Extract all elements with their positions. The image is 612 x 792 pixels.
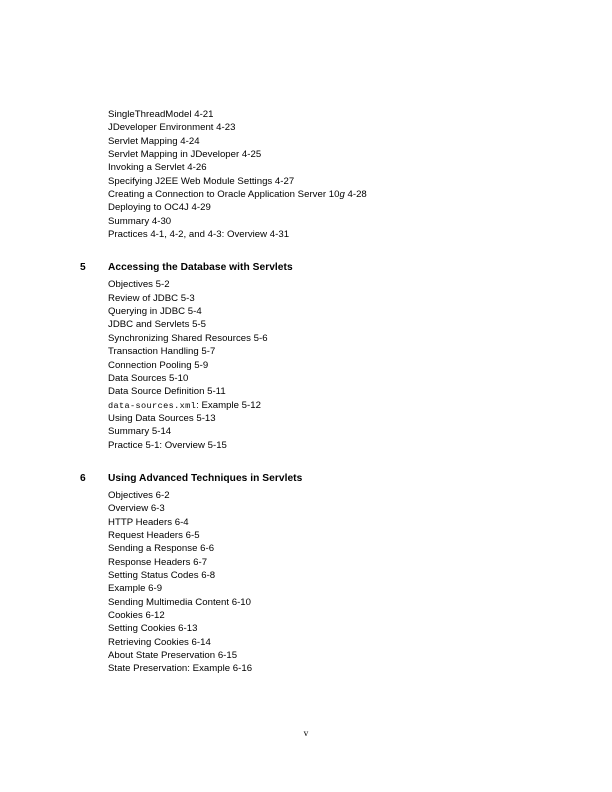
toc-entry[interactable]: Creating a Connection to Oracle Applicat…: [0, 188, 612, 201]
chapter-number: 6: [80, 472, 86, 484]
toc-entry[interactable]: Summary 5-14: [0, 425, 612, 438]
chapter-group-continued: SingleThreadModel 4-21 JDeveloper Environ…: [0, 108, 612, 241]
toc-entry[interactable]: Example 6-9: [0, 582, 612, 595]
toc-entry[interactable]: Data Sources 5-10: [0, 372, 612, 385]
chapter-group: 6 Using Advanced Techniques in Servlets Ob…: [0, 472, 612, 676]
toc-entry[interactable]: Connection Pooling 5-9: [0, 359, 612, 372]
toc-entry[interactable]: Specifying J2EE Web Module Settings 4-27: [0, 175, 612, 188]
toc-entry[interactable]: Response Headers 6-7: [0, 556, 612, 569]
toc-entry[interactable]: Objectives 6-2: [0, 489, 612, 502]
toc-entry[interactable]: Setting Cookies 6-13: [0, 622, 612, 635]
toc-entry[interactable]: Objectives 5-2: [0, 278, 612, 291]
toc-entry-list: SingleThreadModel 4-21 JDeveloper Environ…: [0, 108, 612, 241]
toc-entry[interactable]: Deploying to OC4J 4-29: [0, 201, 612, 214]
toc-entry-text: : Example 5-12: [196, 399, 261, 411]
toc-entry[interactable]: Sending Multimedia Content 6-10: [0, 596, 612, 609]
toc-entry[interactable]: JDeveloper Environment 4-23: [0, 121, 612, 134]
toc-entry-list: Objectives 5-2 Review of JDBC 5-3 Querying…: [0, 278, 612, 451]
toc-entry[interactable]: About State Preservation 6-15: [0, 649, 612, 662]
toc-entry[interactable]: Overview 6-3: [0, 502, 612, 515]
toc-entry[interactable]: Using Data Sources 5-13: [0, 412, 612, 425]
chapter-number: 5: [80, 262, 86, 274]
toc-entry[interactable]: Setting Status Codes 6-8: [0, 569, 612, 582]
toc-entry[interactable]: Invoking a Servlet 4-26: [0, 161, 612, 174]
document-page: SingleThreadModel 4-21 JDeveloper Environ…: [0, 0, 612, 792]
toc-entry[interactable]: Request Headers 6-5: [0, 529, 612, 542]
toc-entry[interactable]: HTTP Headers 6-4: [0, 516, 612, 529]
chapter-group: 5 Accessing the Database with Servlets Obj…: [0, 261, 612, 451]
toc-entry[interactable]: Querying in JDBC 5-4: [0, 305, 612, 318]
chapter-title: Accessing the Database with Servlets: [108, 262, 293, 274]
chapter-heading[interactable]: 6 Using Advanced Techniques in Servlets: [0, 472, 612, 489]
toc-entry[interactable]: Practices 4-1, 4-2, and 4-3: Overview 4-…: [0, 228, 612, 241]
toc-entry[interactable]: State Preservation: Example 6-16: [0, 662, 612, 675]
chapter-heading[interactable]: 5 Accessing the Database with Servlets: [0, 261, 612, 278]
toc-entry-page: 4-28: [344, 189, 367, 201]
toc-entry[interactable]: data-sources.xml: Example 5-12: [0, 399, 612, 412]
toc-entry[interactable]: SingleThreadModel 4-21: [0, 108, 612, 121]
toc-entry[interactable]: Review of JDBC 5-3: [0, 292, 612, 305]
toc-entry[interactable]: Data Source Definition 5-11: [0, 385, 612, 398]
toc-entry-list: Objectives 6-2 Overview 6-3 HTTP Headers 6…: [0, 489, 612, 676]
chapter-title: Using Advanced Techniques in Servlets: [108, 472, 303, 484]
toc-entry[interactable]: Cookies 6-12: [0, 609, 612, 622]
toc-entry[interactable]: Transaction Handling 5-7: [0, 345, 612, 358]
toc-entry-code: data-sources.xml: [108, 400, 197, 411]
toc-entry[interactable]: Servlet Mapping 4-24: [0, 135, 612, 148]
chapters-container: 5 Accessing the Database with Servlets Obj…: [0, 261, 612, 675]
table-of-contents: SingleThreadModel 4-21 JDeveloper Environ…: [0, 108, 612, 676]
toc-entry[interactable]: JDBC and Servlets 5-5: [0, 318, 612, 331]
toc-entry[interactable]: Retrieving Cookies 6-14: [0, 636, 612, 649]
toc-entry[interactable]: Synchronizing Shared Resources 5-6: [0, 332, 612, 345]
toc-entry[interactable]: Practice 5-1: Overview 5-15: [0, 439, 612, 452]
toc-entry-text: Creating a Connection to Oracle Applicat…: [108, 189, 340, 201]
page-folio: v: [303, 729, 309, 739]
toc-entry[interactable]: Summary 4-30: [0, 215, 612, 228]
toc-entry[interactable]: Servlet Mapping in JDeveloper 4-25: [0, 148, 612, 161]
toc-entry[interactable]: Sending a Response 6-6: [0, 542, 612, 555]
